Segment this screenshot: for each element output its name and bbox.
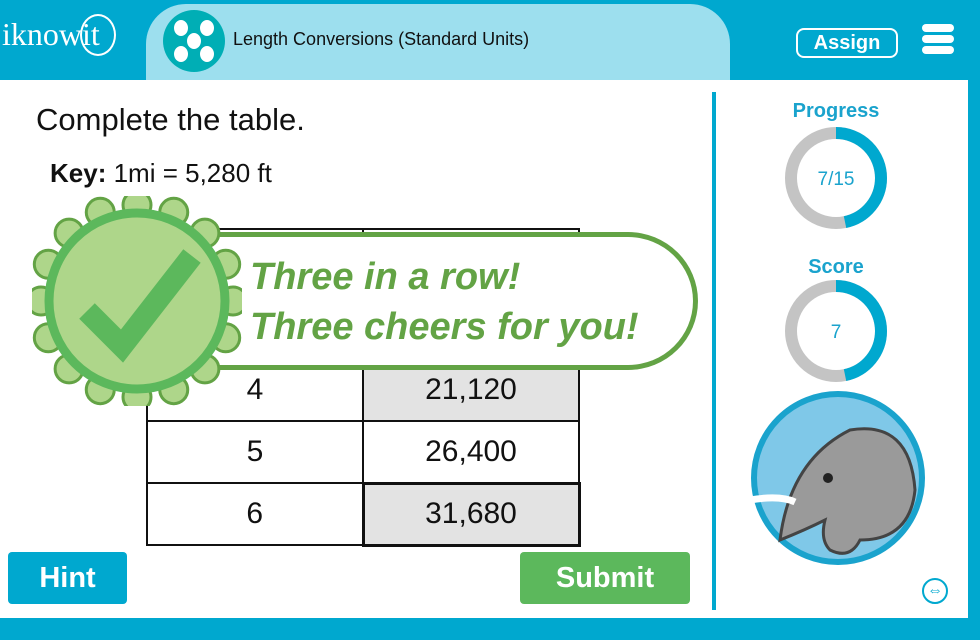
progress-ring: 7/15 — [785, 127, 887, 229]
lesson-dots-icon — [163, 10, 225, 72]
elephant-avatar — [750, 391, 925, 565]
table-row: 5 26,400 — [146, 420, 580, 484]
menu-icon[interactable] — [922, 24, 954, 57]
swap-arrows-icon[interactable]: ⇔ — [922, 578, 948, 604]
progress-value: 7/15 — [818, 169, 855, 190]
lightbulb-icon — [80, 14, 116, 56]
score-value: 7 — [831, 322, 842, 343]
table-row: 6 31,680 — [146, 481, 581, 547]
miles-cell: 6 — [146, 482, 364, 546]
submit-button[interactable]: Submit — [520, 552, 690, 604]
hint-button[interactable]: Hint — [8, 552, 127, 604]
miles-cell: 5 — [146, 420, 364, 484]
key-value: 1mi = 5,280 ft — [106, 158, 272, 188]
divider — [712, 92, 716, 610]
feedback-line1: Three in a row! — [250, 256, 521, 298]
score-label: Score — [808, 256, 864, 278]
progress-label: Progress — [792, 100, 880, 122]
score-ring: 7 — [785, 280, 887, 382]
assign-button[interactable]: Assign — [796, 28, 898, 58]
feedback-line2: Three cheers for you! — [250, 306, 639, 348]
conversion-key: Key: 1mi = 5,280 ft — [50, 158, 272, 189]
key-label: Key: — [50, 158, 107, 188]
lesson-title: Length Conversions (Standard Units) — [233, 29, 530, 49]
checkmark-badge-icon — [32, 196, 242, 406]
feet-input[interactable]: 31,680 — [361, 481, 581, 547]
feedback-message: Three in a row! Three cheers for you! — [250, 252, 639, 352]
question-prompt: Complete the table. — [36, 102, 305, 137]
feet-cell: 26,400 — [362, 420, 580, 484]
